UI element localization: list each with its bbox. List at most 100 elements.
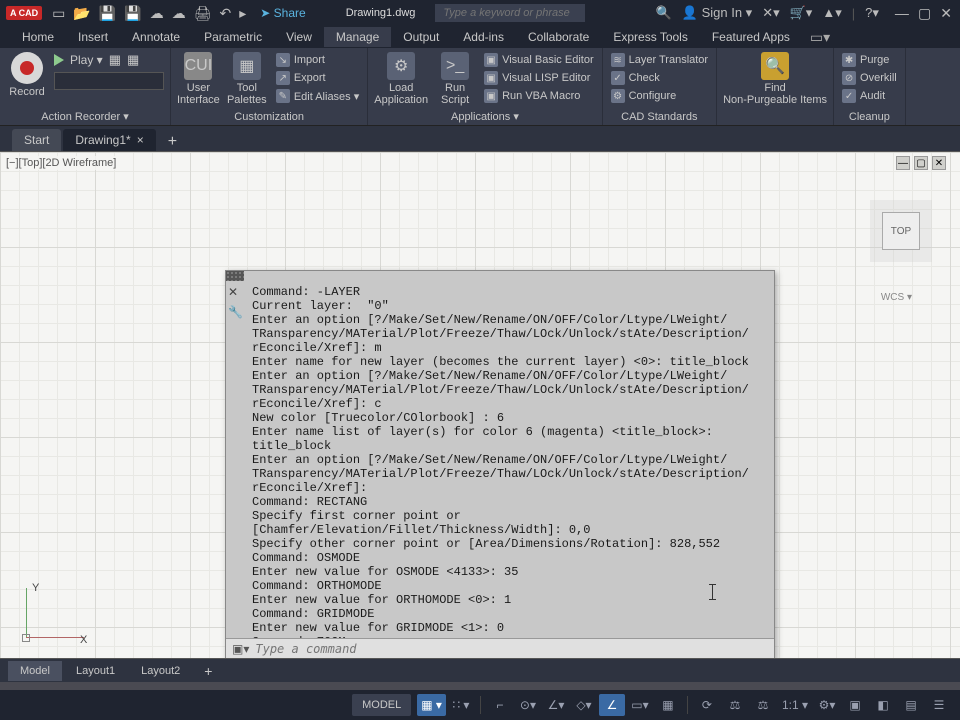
tab-addins[interactable]: Add-ins xyxy=(451,27,516,47)
tab-annotate[interactable]: Annotate xyxy=(120,27,192,47)
selection-cycling-icon[interactable]: ⟳ xyxy=(694,694,720,716)
cmd-close-icon[interactable]: ✕ xyxy=(228,285,243,299)
add-layout-button[interactable]: + xyxy=(194,663,222,679)
layout-2[interactable]: Layout2 xyxy=(129,661,192,681)
vp-min-icon[interactable]: — xyxy=(896,156,910,170)
plot-icon[interactable]: 🖨 xyxy=(194,5,212,22)
lisp-editor-button[interactable]: ▣Visual LISP Editor xyxy=(482,70,596,86)
option-icon[interactable]: ▦ xyxy=(109,52,121,68)
macro-select[interactable] xyxy=(54,72,164,90)
tab-insert[interactable]: Insert xyxy=(66,27,120,47)
close-tab-icon[interactable]: × xyxy=(137,133,144,147)
layout-model[interactable]: Model xyxy=(8,661,62,681)
grid-toggle[interactable]: ▦ ▾ xyxy=(417,694,446,716)
purge-button[interactable]: ✱Purge xyxy=(840,52,899,68)
cui-button[interactable]: CUIUser Interface xyxy=(177,52,220,106)
start-tab[interactable]: Start xyxy=(12,129,61,151)
tab-featured[interactable]: Featured Apps xyxy=(700,27,802,47)
vp-close-icon[interactable]: ✕ xyxy=(932,156,946,170)
vp-max-icon[interactable]: ▢ xyxy=(914,156,928,170)
new-tab-button[interactable]: + xyxy=(158,133,187,151)
configure-button[interactable]: ⚙Configure xyxy=(609,88,710,104)
workspace-switch-icon[interactable]: ⚙▾ xyxy=(814,694,840,716)
cart-icon[interactable]: 🛒▾ xyxy=(790,5,813,21)
titlebar: A CAD ▭ 📂 💾 💾 ☁ ☁ 🖨 ↶ ▸ ➤ Share Drawing1… xyxy=(0,0,960,26)
audit-button[interactable]: ✓Audit xyxy=(840,88,899,104)
tab-parametric[interactable]: Parametric xyxy=(192,27,274,47)
undo-icon[interactable]: ↶ xyxy=(220,5,232,22)
signin-button[interactable]: 👤 Sign In ▾ xyxy=(682,5,752,21)
customize-status-icon[interactable]: ☰ xyxy=(926,694,952,716)
layer-translator-button[interactable]: ≋Layer Translator xyxy=(609,52,710,68)
isodraft-toggle[interactable]: ∠▾ xyxy=(543,694,569,716)
lisp-icon: ▣ xyxy=(484,71,498,85)
otrack-toggle[interactable]: ∠ xyxy=(599,694,625,716)
open-icon[interactable]: 📂 xyxy=(73,5,90,22)
annotation-scale[interactable]: ⚖ xyxy=(722,694,748,716)
option2-icon[interactable]: ▦ xyxy=(127,52,139,68)
tab-view[interactable]: View xyxy=(274,27,324,47)
cmd-wrench-icon[interactable]: 🔧 xyxy=(228,305,243,319)
find-nonpurgeable-button[interactable]: 🔍Find Non-Purgeable Items xyxy=(723,52,827,106)
help-search-input[interactable] xyxy=(435,4,585,22)
drawing-canvas[interactable]: [−][Top][2D Wireframe] — ▢ ✕ TOP WCS ▾ Y… xyxy=(0,152,960,658)
play-button[interactable]: Play ▾▦▦ xyxy=(54,52,164,68)
drag-handle[interactable] xyxy=(226,271,244,281)
overkill-button[interactable]: ⊘Overkill xyxy=(840,70,899,86)
close-icon[interactable]: ✕ xyxy=(940,5,952,21)
snap-toggle[interactable]: ∷ ▾ xyxy=(448,694,474,716)
command-input[interactable] xyxy=(255,642,768,656)
check-button[interactable]: ✓Check xyxy=(609,70,710,86)
tab-express[interactable]: Express Tools xyxy=(601,27,699,47)
minimize-icon[interactable]: — xyxy=(895,5,909,21)
tab-collaborate[interactable]: Collaborate xyxy=(516,27,601,47)
redo-icon[interactable]: ▸ xyxy=(239,5,246,22)
viewport-label[interactable]: [−][Top][2D Wireframe] xyxy=(4,156,118,170)
window-controls: — ▢ ✕ xyxy=(889,5,952,22)
run-script-button[interactable]: >_Run Script xyxy=(434,52,476,106)
tab-manage[interactable]: Manage xyxy=(324,27,391,47)
overkill-icon: ⊘ xyxy=(842,71,856,85)
vb-icon: ▣ xyxy=(484,53,498,67)
tab-home[interactable]: Home xyxy=(10,27,66,47)
app-exchange-icon[interactable]: ✕▾ xyxy=(762,5,779,21)
command-window[interactable]: ✕ 🔧 Command: -LAYER Current layer: "0" E… xyxy=(225,270,775,658)
cloud-open-icon[interactable]: ☁ xyxy=(150,5,164,22)
load-app-button[interactable]: ⚙Load Application xyxy=(374,52,428,106)
wcs-label[interactable]: WCS ▾ xyxy=(881,292,912,303)
tool-palettes-button[interactable]: ▦Tool Palettes xyxy=(226,52,268,106)
edit-aliases-button[interactable]: ✎Edit Aliases ▾ xyxy=(274,88,361,104)
export-button[interactable]: ↗Export xyxy=(274,70,361,86)
save-icon[interactable]: 💾 xyxy=(99,5,116,22)
import-button[interactable]: ↘Import xyxy=(274,52,361,68)
annotation-monitor-icon[interactable]: ▣ xyxy=(842,694,868,716)
drawing-tab[interactable]: Drawing1*× xyxy=(63,129,155,151)
units-icon[interactable]: ◧ xyxy=(870,694,896,716)
annotation-toggle[interactable]: ⚖ xyxy=(750,694,776,716)
record-button[interactable]: Record xyxy=(6,52,48,98)
lwt-toggle[interactable]: ▭▾ xyxy=(627,694,653,716)
quickprops-icon[interactable]: ▤ xyxy=(898,694,924,716)
model-space-button[interactable]: MODEL xyxy=(352,694,411,716)
new-icon[interactable]: ▭ xyxy=(52,5,65,22)
share-button[interactable]: ➤ Share xyxy=(260,6,305,20)
autodesk-icon[interactable]: ▲▾ xyxy=(822,5,841,21)
saveas-icon[interactable]: 💾 xyxy=(124,5,141,22)
scale-button[interactable]: 1:1 ▾ xyxy=(778,694,812,716)
search-icon[interactable]: 🔍 xyxy=(656,5,672,21)
help-icon[interactable]: ?▾ xyxy=(865,5,879,21)
config-icon: ⚙ xyxy=(611,89,625,103)
ortho-toggle[interactable]: ⌐ xyxy=(487,694,513,716)
maximize-icon[interactable]: ▢ xyxy=(918,5,931,21)
app-logo: A CAD xyxy=(6,6,42,20)
cloud-save-icon[interactable]: ☁ xyxy=(172,5,186,22)
layout-1[interactable]: Layout1 xyxy=(64,661,127,681)
tab-output[interactable]: Output xyxy=(391,27,451,47)
viewcube[interactable]: TOP xyxy=(882,212,920,250)
osnap-toggle[interactable]: ◇▾ xyxy=(571,694,597,716)
polar-toggle[interactable]: ⊙▾ xyxy=(515,694,541,716)
vba-macro-button[interactable]: ▣Run VBA Macro xyxy=(482,88,596,104)
ribbon-overflow-icon[interactable]: ▭▾ xyxy=(810,29,830,46)
transparency-toggle[interactable]: ▦ xyxy=(655,694,681,716)
vb-editor-button[interactable]: ▣Visual Basic Editor xyxy=(482,52,596,68)
